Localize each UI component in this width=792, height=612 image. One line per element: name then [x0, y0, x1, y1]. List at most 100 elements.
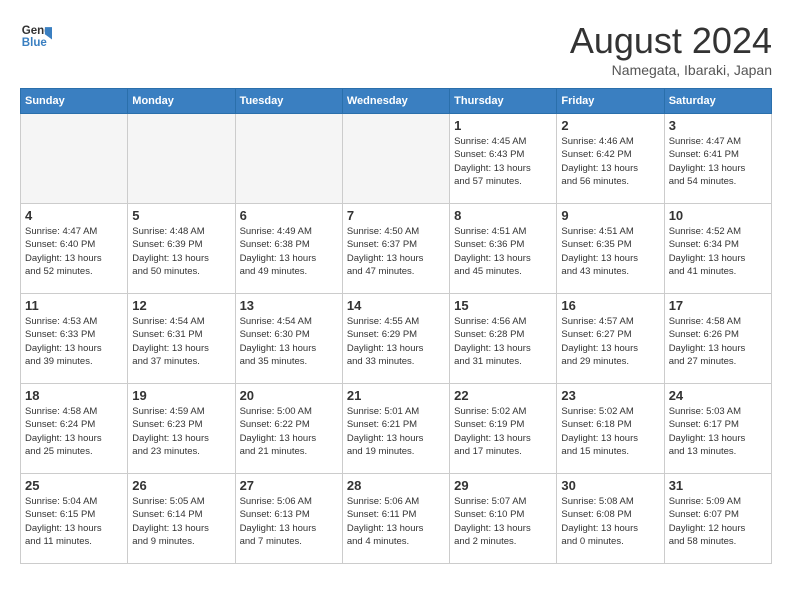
day-info: Sunrise: 4:48 AM Sunset: 6:39 PM Dayligh…	[132, 225, 230, 278]
day-info: Sunrise: 5:06 AM Sunset: 6:13 PM Dayligh…	[240, 495, 338, 548]
day-number: 28	[347, 478, 445, 493]
weekday-header: Saturday	[664, 89, 771, 114]
calendar-cell	[128, 114, 235, 204]
day-info: Sunrise: 4:57 AM Sunset: 6:27 PM Dayligh…	[561, 315, 659, 368]
calendar-cell: 11 Sunrise: 4:53 AM Sunset: 6:33 PM Dayli…	[21, 294, 128, 384]
day-number: 9	[561, 208, 659, 223]
day-info: Sunrise: 5:03 AM Sunset: 6:17 PM Dayligh…	[669, 405, 767, 458]
calendar-cell: 17Sunrise: 4:58 AM Sunset: 6:26 PM Dayli…	[664, 294, 771, 384]
month-title: August 2024	[570, 20, 772, 62]
day-info: Sunrise: 4:47 AM Sunset: 6:41 PM Dayligh…	[669, 135, 767, 188]
day-info: Sunrise: 4:54 AM Sunset: 6:30 PM Dayligh…	[240, 315, 338, 368]
day-number: 2	[561, 118, 659, 133]
calendar-cell: 18 Sunrise: 4:58 AM Sunset: 6:24 PM Dayli…	[21, 384, 128, 474]
day-info: Sunrise: 4:58 AM Sunset: 6:24 PM Dayligh…	[25, 405, 123, 458]
day-info: Sunrise: 4:56 AM Sunset: 6:28 PM Dayligh…	[454, 315, 552, 368]
calendar-week-row: 25 Sunrise: 5:04 AM Sunset: 6:15 PM Dayli…	[21, 474, 772, 564]
calendar-cell: 19 Sunrise: 4:59 AM Sunset: 6:23 PM Dayli…	[128, 384, 235, 474]
day-number: 14	[347, 298, 445, 313]
day-info: Sunrise: 5:04 AM Sunset: 6:15 PM Dayligh…	[25, 495, 123, 548]
weekday-header: Monday	[128, 89, 235, 114]
day-number: 8	[454, 208, 552, 223]
day-info: Sunrise: 5:08 AM Sunset: 6:08 PM Dayligh…	[561, 495, 659, 548]
calendar-cell: 28 Sunrise: 5:06 AM Sunset: 6:11 PM Dayli…	[342, 474, 449, 564]
day-info: Sunrise: 5:06 AM Sunset: 6:11 PM Dayligh…	[347, 495, 445, 548]
logo: General Blue	[20, 20, 52, 52]
day-info: Sunrise: 5:02 AM Sunset: 6:19 PM Dayligh…	[454, 405, 552, 458]
calendar-cell: 6 Sunrise: 4:49 AM Sunset: 6:38 PM Daylig…	[235, 204, 342, 294]
title-block: August 2024 Namegata, Ibaraki, Japan	[570, 20, 772, 78]
calendar-cell: 15 Sunrise: 4:56 AM Sunset: 6:28 PM Dayli…	[450, 294, 557, 384]
calendar-cell: 21Sunrise: 5:01 AM Sunset: 6:21 PM Dayli…	[342, 384, 449, 474]
calendar-cell: 30 Sunrise: 5:08 AM Sunset: 6:08 PM Dayli…	[557, 474, 664, 564]
calendar-week-row: 1 Sunrise: 4:45 AM Sunset: 6:43 PM Daylig…	[21, 114, 772, 204]
day-info: Sunrise: 5:05 AM Sunset: 6:14 PM Dayligh…	[132, 495, 230, 548]
day-number: 30	[561, 478, 659, 493]
weekday-header: Wednesday	[342, 89, 449, 114]
day-number: 21	[347, 388, 445, 403]
calendar-cell	[21, 114, 128, 204]
calendar-cell: 12 Sunrise: 4:54 AM Sunset: 6:31 PM Dayli…	[128, 294, 235, 384]
calendar-cell: 22 Sunrise: 5:02 AM Sunset: 6:19 PM Dayli…	[450, 384, 557, 474]
calendar-week-row: 18 Sunrise: 4:58 AM Sunset: 6:24 PM Dayli…	[21, 384, 772, 474]
day-number: 19	[132, 388, 230, 403]
calendar-cell: 13 Sunrise: 4:54 AM Sunset: 6:30 PM Dayli…	[235, 294, 342, 384]
calendar-cell: 29Sunrise: 5:07 AM Sunset: 6:10 PM Dayli…	[450, 474, 557, 564]
day-info: Sunrise: 4:51 AM Sunset: 6:36 PM Dayligh…	[454, 225, 552, 278]
day-number: 1	[454, 118, 552, 133]
calendar-cell: 2 Sunrise: 4:46 AM Sunset: 6:42 PM Daylig…	[557, 114, 664, 204]
weekday-header: Thursday	[450, 89, 557, 114]
day-info: Sunrise: 4:49 AM Sunset: 6:38 PM Dayligh…	[240, 225, 338, 278]
day-info: Sunrise: 4:54 AM Sunset: 6:31 PM Dayligh…	[132, 315, 230, 368]
svg-text:Blue: Blue	[22, 37, 48, 49]
day-info: Sunrise: 4:45 AM Sunset: 6:43 PM Dayligh…	[454, 135, 552, 188]
day-number: 5	[132, 208, 230, 223]
day-number: 12	[132, 298, 230, 313]
day-number: 15	[454, 298, 552, 313]
day-info: Sunrise: 4:51 AM Sunset: 6:35 PM Dayligh…	[561, 225, 659, 278]
day-number: 20	[240, 388, 338, 403]
day-info: Sunrise: 5:09 AM Sunset: 6:07 PM Dayligh…	[669, 495, 767, 548]
day-number: 3	[669, 118, 767, 133]
day-info: Sunrise: 5:00 AM Sunset: 6:22 PM Dayligh…	[240, 405, 338, 458]
calendar-cell: 5 Sunrise: 4:48 AM Sunset: 6:39 PM Daylig…	[128, 204, 235, 294]
day-number: 18	[25, 388, 123, 403]
calendar-cell: 27 Sunrise: 5:06 AM Sunset: 6:13 PM Dayli…	[235, 474, 342, 564]
calendar-cell: 31Sunrise: 5:09 AM Sunset: 6:07 PM Dayli…	[664, 474, 771, 564]
day-info: Sunrise: 4:53 AM Sunset: 6:33 PM Dayligh…	[25, 315, 123, 368]
day-info: Sunrise: 4:47 AM Sunset: 6:40 PM Dayligh…	[25, 225, 123, 278]
calendar-cell: 26 Sunrise: 5:05 AM Sunset: 6:14 PM Dayli…	[128, 474, 235, 564]
day-number: 23	[561, 388, 659, 403]
calendar-cell: 24Sunrise: 5:03 AM Sunset: 6:17 PM Dayli…	[664, 384, 771, 474]
day-info: Sunrise: 4:59 AM Sunset: 6:23 PM Dayligh…	[132, 405, 230, 458]
day-info: Sunrise: 4:46 AM Sunset: 6:42 PM Dayligh…	[561, 135, 659, 188]
header: General Blue August 2024 Namegata, Ibara…	[20, 20, 772, 78]
calendar-cell: 10Sunrise: 4:52 AM Sunset: 6:34 PM Dayli…	[664, 204, 771, 294]
day-number: 26	[132, 478, 230, 493]
day-number: 7	[347, 208, 445, 223]
calendar-cell: 20 Sunrise: 5:00 AM Sunset: 6:22 PM Dayli…	[235, 384, 342, 474]
day-number: 22	[454, 388, 552, 403]
day-number: 13	[240, 298, 338, 313]
logo-icon: General Blue	[20, 20, 52, 52]
calendar-cell: 4Sunrise: 4:47 AM Sunset: 6:40 PM Daylig…	[21, 204, 128, 294]
calendar-cell: 3 Sunrise: 4:47 AM Sunset: 6:41 PM Daylig…	[664, 114, 771, 204]
calendar-cell: 7Sunrise: 4:50 AM Sunset: 6:37 PM Daylig…	[342, 204, 449, 294]
day-number: 6	[240, 208, 338, 223]
calendar-cell: 16 Sunrise: 4:57 AM Sunset: 6:27 PM Dayli…	[557, 294, 664, 384]
calendar-week-row: 11 Sunrise: 4:53 AM Sunset: 6:33 PM Dayli…	[21, 294, 772, 384]
day-number: 16	[561, 298, 659, 313]
day-number: 27	[240, 478, 338, 493]
calendar-cell: 1 Sunrise: 4:45 AM Sunset: 6:43 PM Daylig…	[450, 114, 557, 204]
day-info: Sunrise: 4:52 AM Sunset: 6:34 PM Dayligh…	[669, 225, 767, 278]
day-number: 25	[25, 478, 123, 493]
day-info: Sunrise: 4:55 AM Sunset: 6:29 PM Dayligh…	[347, 315, 445, 368]
day-info: Sunrise: 5:02 AM Sunset: 6:18 PM Dayligh…	[561, 405, 659, 458]
calendar-table: SundayMondayTuesdayWednesdayThursdayFrid…	[20, 88, 772, 564]
weekday-header: Friday	[557, 89, 664, 114]
calendar-week-row: 4Sunrise: 4:47 AM Sunset: 6:40 PM Daylig…	[21, 204, 772, 294]
day-number: 11	[25, 298, 123, 313]
calendar-cell: 25 Sunrise: 5:04 AM Sunset: 6:15 PM Dayli…	[21, 474, 128, 564]
day-info: Sunrise: 4:58 AM Sunset: 6:26 PM Dayligh…	[669, 315, 767, 368]
calendar-cell: 9 Sunrise: 4:51 AM Sunset: 6:35 PM Daylig…	[557, 204, 664, 294]
